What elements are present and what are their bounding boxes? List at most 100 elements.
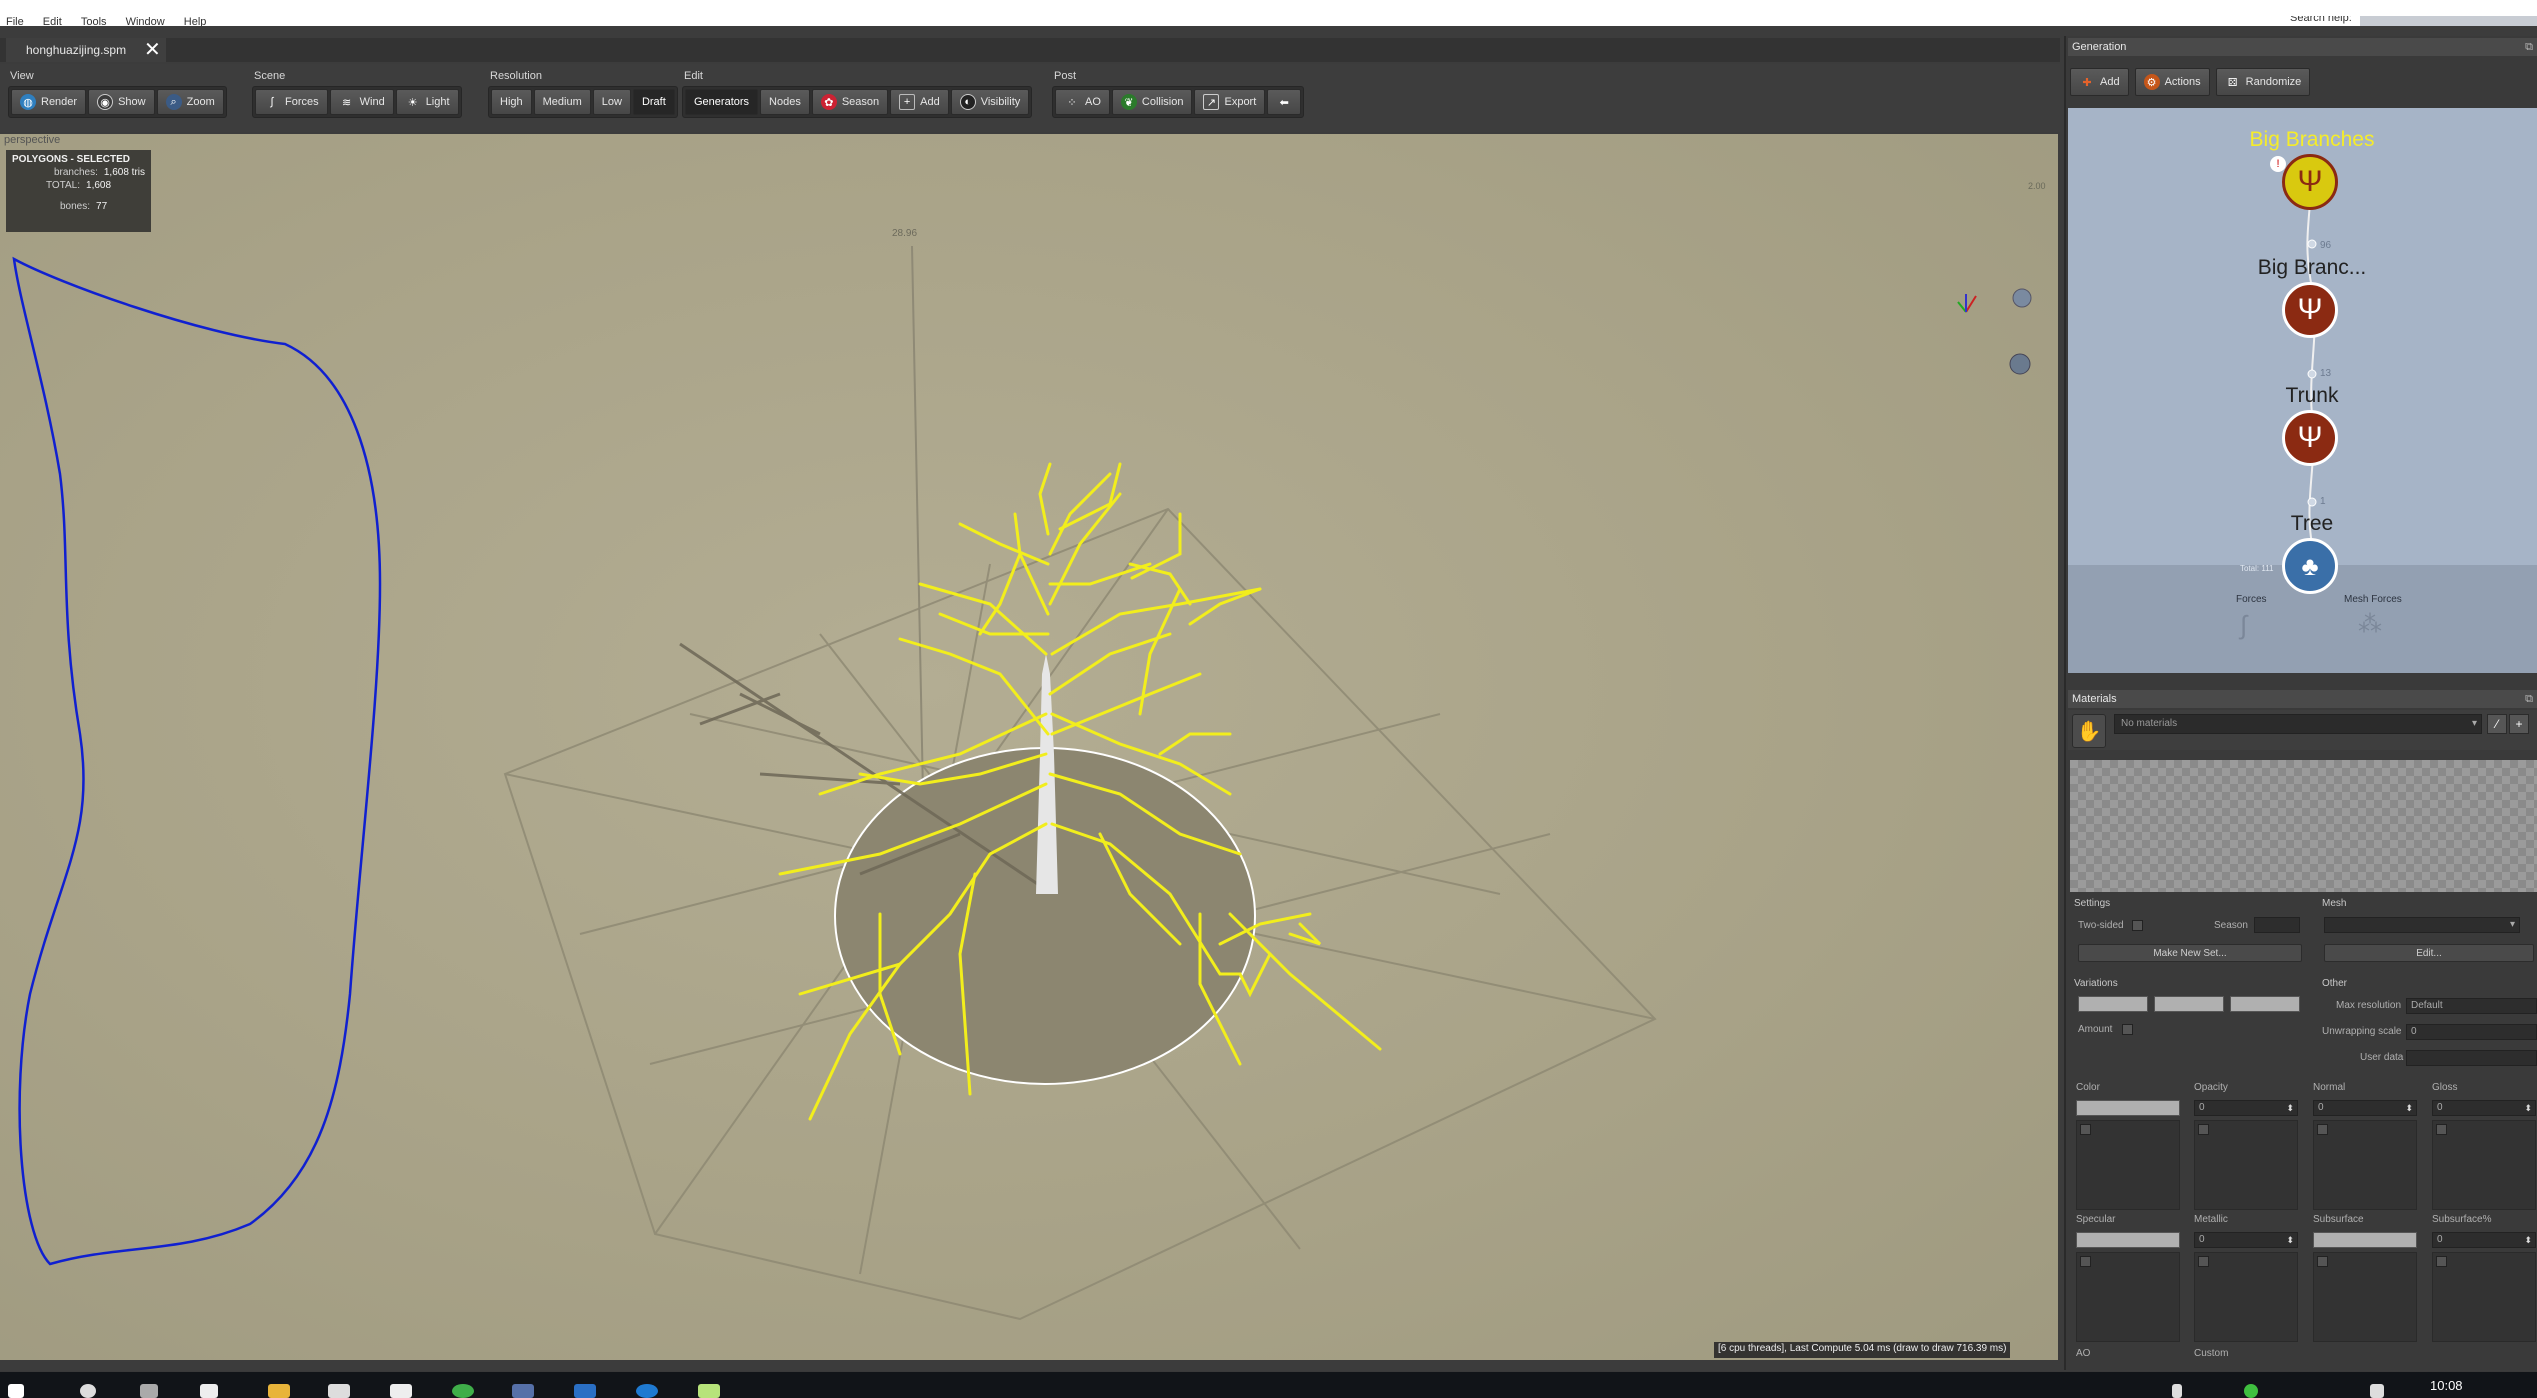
normal-spinner[interactable]: 0 ⬍ bbox=[2313, 1100, 2417, 1116]
two-sided-checkbox[interactable] bbox=[2132, 920, 2143, 931]
specular-swatch[interactable] bbox=[2076, 1232, 2180, 1248]
mail-icon[interactable] bbox=[390, 1384, 412, 1398]
resolution-medium-button[interactable]: Medium bbox=[533, 89, 591, 115]
zoom-button[interactable]: ⌕ Zoom bbox=[156, 89, 224, 115]
mesh-edit-button[interactable]: Edit... bbox=[2324, 944, 2534, 962]
gloss-map-tile[interactable] bbox=[2432, 1120, 2536, 1210]
material-options-button[interactable]: ⁄ bbox=[2487, 714, 2507, 734]
max-resolution-select[interactable]: Default bbox=[2406, 998, 2537, 1014]
undock-icon[interactable]: ⧉ bbox=[2525, 690, 2533, 708]
add-material-button[interactable]: + bbox=[2509, 714, 2529, 734]
gloss-spinner[interactable]: 0 ⬍ bbox=[2432, 1100, 2536, 1116]
toolbar-group-label: Post bbox=[1054, 70, 1077, 82]
material-select[interactable]: No materials ▾ bbox=[2114, 714, 2482, 734]
start-icon[interactable] bbox=[8, 1384, 24, 1398]
specular-map-checkbox[interactable] bbox=[2080, 1256, 2091, 1267]
resolution-high-button[interactable]: High bbox=[491, 89, 532, 115]
menu-edit[interactable]: Edit bbox=[43, 16, 62, 26]
forces-icon[interactable]: ∫ bbox=[2240, 610, 2270, 640]
generation-actions-button[interactable]: ⚙ Actions bbox=[2134, 68, 2210, 96]
gloss-map-checkbox[interactable] bbox=[2436, 1124, 2447, 1135]
subsurface-map-tile[interactable] bbox=[2313, 1252, 2417, 1342]
color-swatch[interactable] bbox=[2076, 1100, 2180, 1116]
mesh-forces-icon[interactable]: ⁂ bbox=[2358, 610, 2388, 640]
search-icon[interactable] bbox=[80, 1384, 96, 1398]
tray-status-icon[interactable] bbox=[2244, 1384, 2258, 1398]
normal-map-checkbox[interactable] bbox=[2317, 1124, 2328, 1135]
folder-icon[interactable] bbox=[268, 1384, 290, 1398]
generation-add-button[interactable]: ✚ Add bbox=[2070, 68, 2129, 96]
resolution-low-button[interactable]: Low bbox=[592, 89, 631, 115]
ao-button[interactable]: ⁘ AO bbox=[1055, 89, 1110, 115]
chat-icon[interactable] bbox=[200, 1384, 218, 1398]
collision-button[interactable]: ❦ Collision bbox=[1111, 89, 1193, 115]
menu-tools[interactable]: Tools bbox=[81, 16, 107, 26]
generators-button[interactable]: Generators bbox=[685, 89, 759, 115]
nodes-button[interactable]: Nodes bbox=[760, 89, 810, 115]
render-button[interactable]: ◍ Render bbox=[11, 89, 87, 115]
generation-randomize-button[interactable]: ⚄ Randomize bbox=[2215, 68, 2311, 96]
menu-help[interactable]: Help bbox=[184, 16, 207, 26]
metallic-map-tile[interactable] bbox=[2194, 1252, 2298, 1342]
volume-icon[interactable] bbox=[2370, 1384, 2384, 1398]
amount-slider[interactable] bbox=[2122, 1024, 2133, 1035]
document-tab[interactable]: honghuazijing.spm ✕ bbox=[6, 38, 166, 62]
show-button-label: Show bbox=[118, 96, 146, 108]
generation-actions-label: Actions bbox=[2164, 76, 2201, 88]
visibility-button[interactable]: ◐ Visibility bbox=[950, 89, 1030, 115]
metallic-spinner[interactable]: 0 ⬍ bbox=[2194, 1232, 2298, 1248]
color-map-checkbox[interactable] bbox=[2080, 1124, 2091, 1135]
node-big-branches-2[interactable]: Ψ bbox=[2282, 282, 2338, 338]
node-big-branches[interactable]: Ψ bbox=[2282, 154, 2338, 210]
variation-swatch-3[interactable] bbox=[2230, 996, 2300, 1012]
subsurface-map-checkbox[interactable] bbox=[2317, 1256, 2328, 1267]
light-button[interactable]: ☀ Light bbox=[395, 89, 459, 115]
variation-swatch-2[interactable] bbox=[2154, 996, 2224, 1012]
browser-icon[interactable] bbox=[452, 1384, 474, 1398]
generation-graph[interactable]: Big Branches Ψ 96 ! Big Branc... Ψ 13 Tr… bbox=[2068, 108, 2537, 673]
add-button[interactable]: + Add bbox=[890, 89, 949, 115]
forces-button[interactable]: ∫ Forces bbox=[255, 89, 328, 115]
color-map-tile[interactable] bbox=[2076, 1120, 2180, 1210]
node-trunk[interactable]: Ψ bbox=[2282, 410, 2338, 466]
store-icon[interactable] bbox=[328, 1384, 350, 1398]
post-buttons: ⁘ AO ❦ Collision ↗ Export ⬅ bbox=[1052, 86, 1305, 118]
wind-button[interactable]: ≋ Wind bbox=[329, 89, 394, 115]
show-button[interactable]: ◉ Show bbox=[88, 89, 155, 115]
undock-icon[interactable]: ⧉ bbox=[2525, 38, 2533, 56]
app-icon[interactable] bbox=[512, 1384, 534, 1398]
task-view-icon[interactable] bbox=[140, 1384, 158, 1398]
hand-icon[interactable]: ✋ bbox=[2072, 714, 2106, 748]
person-icon[interactable] bbox=[2172, 1384, 2182, 1398]
node-tree[interactable]: ♣ bbox=[2282, 538, 2338, 594]
resolution-draft-button[interactable]: Draft bbox=[632, 89, 675, 115]
season-button[interactable]: ✿ Season bbox=[811, 89, 889, 115]
unwrapping-scale-input[interactable]: 0 bbox=[2406, 1024, 2537, 1040]
speedtree-icon[interactable] bbox=[698, 1384, 720, 1398]
variation-swatch-1[interactable] bbox=[2078, 996, 2148, 1012]
metallic-map-checkbox[interactable] bbox=[2198, 1256, 2209, 1267]
subsurface-percent-map-checkbox[interactable] bbox=[2436, 1256, 2447, 1267]
export-button[interactable]: ↗ Export bbox=[1194, 89, 1266, 115]
menu-file[interactable]: File bbox=[6, 16, 24, 26]
make-new-set-button[interactable]: Make New Set... bbox=[2078, 944, 2302, 962]
subsurface-percent-spinner[interactable]: 0 ⬍ bbox=[2432, 1232, 2536, 1248]
spinner-arrows-icon: ⬍ bbox=[2286, 1235, 2294, 1245]
app-icon[interactable] bbox=[574, 1384, 596, 1398]
3d-viewport[interactable] bbox=[0, 134, 2058, 1360]
opacity-spinner[interactable]: 0 ⬍ bbox=[2194, 1100, 2298, 1116]
user-data-input[interactable] bbox=[2406, 1050, 2537, 1066]
specular-map-tile[interactable] bbox=[2076, 1252, 2180, 1342]
edge-icon[interactable] bbox=[636, 1384, 658, 1398]
normal-map-tile[interactable] bbox=[2313, 1120, 2417, 1210]
opacity-map-checkbox[interactable] bbox=[2198, 1124, 2209, 1135]
back-button[interactable]: ⬅ bbox=[1267, 89, 1302, 115]
subsurface-swatch[interactable] bbox=[2313, 1232, 2417, 1248]
season-input[interactable] bbox=[2254, 917, 2300, 933]
subsurface-percent-map-tile[interactable] bbox=[2432, 1252, 2536, 1342]
menu-window[interactable]: Window bbox=[126, 16, 165, 26]
mesh-select[interactable]: ▾ bbox=[2324, 917, 2520, 933]
search-input[interactable] bbox=[2360, 16, 2537, 26]
close-icon[interactable]: ✕ bbox=[144, 38, 161, 62]
opacity-map-tile[interactable] bbox=[2194, 1120, 2298, 1210]
